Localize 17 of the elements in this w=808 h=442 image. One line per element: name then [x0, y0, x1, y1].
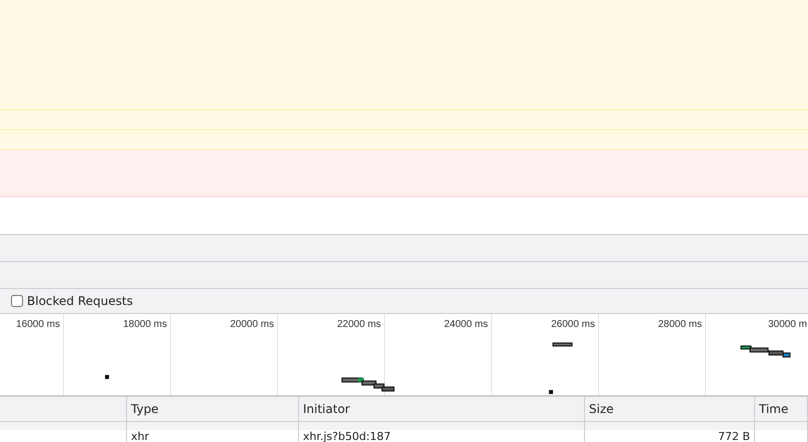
time-tick-label: 20000 ms — [230, 319, 274, 330]
blocked-requests-checkbox[interactable] — [11, 295, 23, 307]
time-tick-label: 28000 ms — [658, 319, 702, 330]
column-header[interactable]: Time — [759, 402, 788, 416]
checkbox-label[interactable]: Blocked Requests — [27, 294, 133, 308]
table-cell: xhr.js?b50d:187 — [303, 430, 391, 442]
time-tick-label: 16000 ms — [16, 319, 60, 330]
time-tick-label: 18000 ms — [123, 319, 167, 330]
column-header[interactable]: Initiator — [303, 402, 350, 416]
time-tick-label: 30000 m — [768, 319, 807, 330]
table-cell: xhr — [131, 430, 150, 442]
time-tick-label: 24000 ms — [444, 319, 488, 330]
time-tick-label: 26000 ms — [551, 319, 595, 330]
column-header[interactable]: Type — [131, 402, 159, 416]
table-cell: 772 B — [718, 430, 750, 442]
time-tick-label: 22000 ms — [337, 319, 381, 330]
column-header[interactable]: Size — [589, 402, 614, 416]
